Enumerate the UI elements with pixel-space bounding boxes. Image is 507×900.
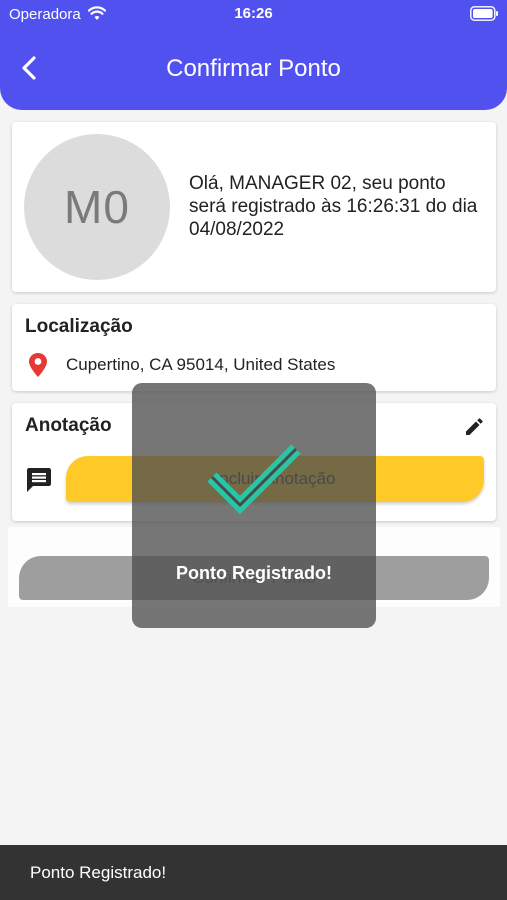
app-bar: Operadora 16:26 Confirmar Ponto — [0, 0, 507, 110]
greeting-text: Olá, MANAGER 02, seu ponto será registra… — [189, 173, 478, 240]
success-overlay: Ponto Registrado! — [132, 383, 376, 628]
overlay-message: Ponto Registrado! — [176, 563, 332, 583]
user-card: M0 Olá, MANAGER 02, seu ponto será regis… — [12, 122, 496, 292]
edit-icon[interactable] — [464, 417, 484, 437]
check-icon — [207, 444, 301, 515]
snackbar-message: Ponto Registrado! — [30, 862, 167, 882]
location-pin-icon — [29, 353, 47, 377]
battery-icon — [470, 6, 498, 21]
avatar: M0 — [24, 134, 170, 280]
note-title: Anotação — [25, 415, 112, 436]
location-card: Localização Cupertino, CA 95014, United … — [12, 304, 496, 391]
location-address: Cupertino, CA 95014, United States — [66, 355, 336, 374]
location-title: Localização — [25, 316, 133, 337]
status-time: 16:26 — [234, 5, 273, 22]
snackbar: Ponto Registrado! — [0, 845, 507, 900]
page-title: Confirmar Ponto — [166, 55, 341, 82]
comment-icon — [27, 468, 51, 492]
